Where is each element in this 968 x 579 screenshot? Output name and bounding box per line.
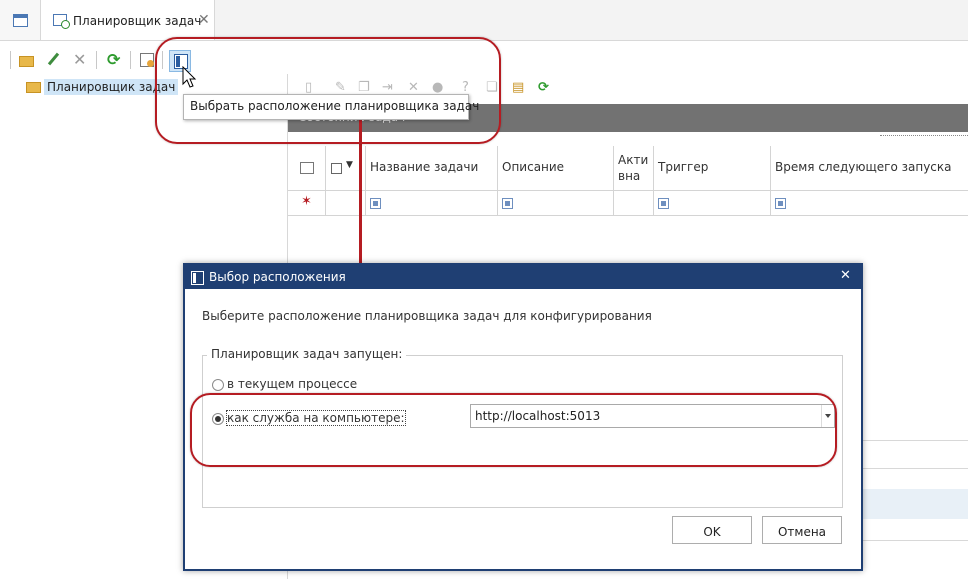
- filter-pin-cell[interactable]: ✶: [288, 191, 326, 216]
- in-process-label[interactable]: в текущем процессе: [227, 377, 357, 391]
- edit-button[interactable]: [44, 50, 64, 70]
- annotation-highlight-service-option: [190, 393, 837, 467]
- column-header-next-run[interactable]: Время следующего запуска: [771, 146, 968, 191]
- divider: [858, 440, 968, 441]
- refresh-button[interactable]: ⟳: [104, 50, 124, 70]
- scheduler-settings-icon: [140, 53, 154, 67]
- tab-label: Планировщик задач: [73, 14, 202, 28]
- add-folder-icon: [19, 56, 34, 67]
- column-header-label: Акти вна: [618, 153, 649, 183]
- delete-icon: ✕: [73, 50, 87, 69]
- tab-task-scheduler[interactable]: Планировщик задач ✕: [41, 0, 215, 40]
- window-icon: [13, 14, 28, 27]
- filter-icon[interactable]: [502, 198, 513, 209]
- column-header-label: Триггер: [658, 160, 709, 174]
- filter-cell-description[interactable]: [498, 191, 614, 216]
- close-dialog-icon[interactable]: ✕: [840, 268, 851, 283]
- column-header-label: Время следующего запуска: [775, 160, 952, 174]
- grid-settings-icon: [300, 162, 314, 174]
- divider: [858, 540, 968, 541]
- column-header-name[interactable]: Название задачи: [366, 146, 498, 191]
- clock-icon: [61, 20, 70, 29]
- edit-icon: [47, 52, 60, 66]
- folder-icon: [26, 82, 41, 93]
- filter-cell-name[interactable]: [366, 191, 498, 216]
- select-location-icon: [191, 271, 204, 285]
- refresh-icon: ⟳: [107, 50, 121, 69]
- grid-settings-cell[interactable]: [288, 146, 326, 191]
- filter-cell-next-run[interactable]: [771, 191, 968, 216]
- group-legend: Планировщик задач запущен:: [207, 347, 407, 361]
- dialog-title: Выбор расположения: [209, 270, 346, 284]
- chevron-down-icon[interactable]: ▼: [346, 160, 353, 170]
- cancel-button[interactable]: Отмена: [762, 516, 842, 544]
- filter-icon[interactable]: [370, 198, 381, 209]
- splitter-grip[interactable]: [880, 135, 968, 136]
- close-tab-icon[interactable]: ✕: [198, 12, 210, 28]
- filter-icon[interactable]: [775, 198, 786, 209]
- annotation-highlight-toolbar: [155, 37, 501, 144]
- column-header-label: Название задачи: [370, 160, 479, 174]
- tasks-grid: ▼ Название задачи Описание Акти вна Триг…: [288, 146, 968, 216]
- add-folder-button[interactable]: [16, 50, 36, 70]
- selected-row[interactable]: [858, 489, 968, 519]
- scheduler-settings-button[interactable]: [137, 50, 157, 70]
- toolbar-separator: [10, 51, 11, 69]
- home-tab[interactable]: [0, 0, 41, 40]
- select-all-checkbox[interactable]: [331, 163, 342, 174]
- in-process-radio[interactable]: [212, 379, 224, 391]
- dialog-titlebar[interactable]: Выбор расположения ✕: [185, 265, 861, 289]
- ok-button[interactable]: OK: [672, 516, 752, 544]
- filter-cell-trigger[interactable]: [654, 191, 771, 216]
- toolbar-separator: [130, 51, 131, 69]
- divider: [858, 468, 968, 469]
- pin-icon: ✶: [301, 194, 312, 209]
- column-header-description[interactable]: Описание: [498, 146, 614, 191]
- column-header-trigger[interactable]: Триггер: [654, 146, 771, 191]
- column-header-label: Описание: [502, 160, 565, 174]
- column-header-active[interactable]: Акти вна: [614, 146, 654, 191]
- refresh-tasks-icon[interactable]: ⟳: [538, 81, 552, 95]
- toolbar-separator: [96, 51, 97, 69]
- dialog-prompt: Выберите расположение планировщика задач…: [202, 309, 652, 323]
- filter-cell-active[interactable]: [614, 191, 654, 216]
- delete-button[interactable]: ✕: [70, 50, 90, 70]
- filter-icon[interactable]: [658, 198, 669, 209]
- export-icon[interactable]: ▤: [512, 81, 526, 95]
